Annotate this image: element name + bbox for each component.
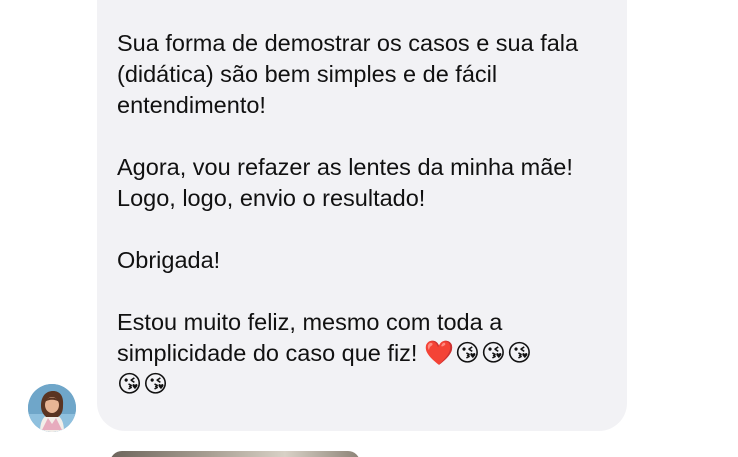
message-paragraph-1: Sua forma de demostrar os casos e sua fa… xyxy=(117,30,579,118)
chat-screen: Sua forma de demostrar os casos e sua fa… xyxy=(0,0,738,457)
profile-photo-icon xyxy=(28,384,76,432)
sender-avatar[interactable] xyxy=(28,384,76,432)
message-paragraph-3: Obrigada! xyxy=(117,247,221,273)
message-paragraph-4: Estou muito feliz, mesmo com toda a simp… xyxy=(117,307,617,400)
next-message-image-preview[interactable] xyxy=(110,451,360,457)
message-text: Sua forma de demostrar os casos e sua fa… xyxy=(117,28,617,400)
message-paragraph-2: Agora, vou refazer as lentes da minha mã… xyxy=(117,154,573,211)
